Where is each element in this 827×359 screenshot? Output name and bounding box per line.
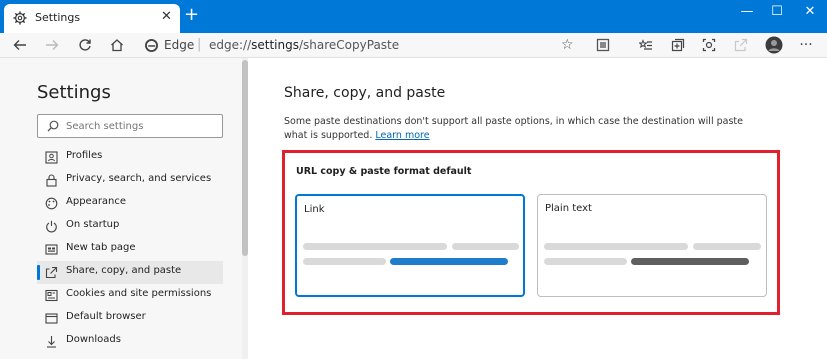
- tab-settings[interactable]: Settings ✕: [4, 4, 180, 33]
- tab-title: Settings: [35, 11, 81, 24]
- share-icon: [45, 266, 58, 279]
- refresh-icon[interactable]: [76, 36, 94, 54]
- maximize-button[interactable]: ☐: [767, 4, 787, 20]
- learn-more-link[interactable]: Learn more: [375, 130, 429, 141]
- option-link-card[interactable]: Link: [295, 194, 525, 297]
- url-host: settings: [251, 38, 299, 52]
- favorites-icon[interactable]: [637, 36, 655, 54]
- forward-icon[interactable]: [43, 36, 61, 54]
- search-input[interactable]: [66, 118, 216, 134]
- sidebar-item-label: Downloads: [66, 334, 121, 345]
- favorite-star-icon[interactable]: ☆: [561, 37, 574, 53]
- appearance-icon: [45, 197, 58, 210]
- web-capture-icon[interactable]: [700, 36, 718, 54]
- link-preview-bar: [390, 258, 508, 265]
- minimize-button[interactable]: —: [737, 4, 757, 20]
- option-label: Plain text: [545, 203, 592, 214]
- address-separator: |: [197, 37, 202, 52]
- sidebar-item-label: Appearance: [66, 196, 127, 207]
- edge-logo-icon: [145, 39, 158, 52]
- address-url[interactable]: edge://settings/shareCopyPaste: [209, 38, 399, 52]
- close-window-button[interactable]: ✕: [800, 4, 820, 20]
- plain-text-preview-bar: [631, 258, 749, 265]
- sidebar-item-downloads[interactable]: Downloads: [37, 330, 223, 353]
- close-tab-icon[interactable]: ✕: [161, 9, 172, 24]
- page-title: Share, copy, and paste: [284, 85, 446, 101]
- sidebar-item-label: Privacy, search, and services: [66, 173, 212, 184]
- url-path: /shareCopyPaste: [299, 38, 400, 52]
- sidebar-item-label: Share, copy, and paste: [66, 265, 182, 276]
- new-tab-button[interactable]: +: [184, 5, 199, 25]
- description-text: Some paste destinations don't support al…: [284, 116, 743, 141]
- profile-icon: [45, 151, 58, 164]
- url-prefix: edge://: [209, 38, 252, 52]
- lock-icon: [46, 174, 57, 187]
- download-icon: [47, 336, 56, 348]
- collections-icon[interactable]: [669, 36, 687, 54]
- new-tab-page-icon: [45, 244, 58, 255]
- sidebar-item-profiles[interactable]: Profiles: [37, 146, 223, 169]
- section-label: URL copy & paste format default: [296, 166, 472, 177]
- scrollbar-thumb[interactable]: [242, 60, 248, 256]
- sidebar-item-appearance[interactable]: Appearance: [37, 192, 223, 215]
- placeholder-bar: [544, 258, 627, 265]
- profile-avatar-icon[interactable]: [765, 36, 783, 54]
- placeholder-bar: [303, 243, 447, 250]
- reading-view-icon[interactable]: [594, 36, 612, 54]
- address-brand: Edge: [164, 38, 195, 52]
- sidebar-title: Settings: [37, 82, 111, 103]
- active-indicator: [37, 265, 40, 280]
- address-bar[interactable]: Edge | edge://settings/shareCopyPaste ☆: [137, 35, 585, 56]
- sidebar-item-label: On startup: [66, 219, 120, 230]
- sidebar-item-label: Profiles: [66, 150, 103, 161]
- sidebar-item-new-tab-page[interactable]: New tab page: [37, 238, 223, 261]
- sidebar-item-label: Cookies and site permissions: [66, 288, 212, 299]
- search-box[interactable]: [37, 114, 223, 138]
- title-bar: Settings ✕ + — ☐ ✕: [0, 0, 827, 33]
- placeholder-bar: [452, 243, 519, 250]
- placeholder-bar: [303, 258, 386, 265]
- sidebar-item-share-copy-paste[interactable]: Share, copy, and paste: [37, 261, 223, 284]
- back-icon[interactable]: [11, 36, 29, 54]
- sidebar-item-label: Default browser: [66, 311, 146, 322]
- sidebar-item-default-browser[interactable]: Default browser: [37, 307, 223, 330]
- option-label: Link: [304, 204, 325, 215]
- default-browser-icon: [45, 313, 58, 324]
- gear-icon: [13, 11, 27, 25]
- option-plain-text-card[interactable]: Plain text: [537, 194, 767, 297]
- share-toolbar-icon[interactable]: [732, 36, 750, 54]
- sidebar-item-privacy[interactable]: Privacy, search, and services: [37, 169, 223, 192]
- settings-sidebar: Settings Profiles Privacy, search, and s…: [0, 58, 242, 359]
- sidebar-scrollbar[interactable]: [242, 58, 248, 359]
- sidebar-item-on-startup[interactable]: On startup: [37, 215, 223, 238]
- cookies-icon: [45, 289, 58, 302]
- placeholder-bar: [544, 243, 688, 250]
- navigation-toolbar: Edge | edge://settings/shareCopyPaste ☆ …: [0, 33, 827, 58]
- page-description: Some paste destinations don't support al…: [284, 115, 764, 143]
- power-icon: [46, 220, 57, 233]
- sidebar-item-label: New tab page: [66, 242, 136, 253]
- more-options-icon[interactable]: ···: [797, 36, 815, 54]
- search-icon: [47, 120, 59, 132]
- sidebar-item-cookies[interactable]: Cookies and site permissions: [37, 284, 223, 307]
- home-icon[interactable]: [108, 36, 126, 54]
- placeholder-bar: [693, 243, 761, 250]
